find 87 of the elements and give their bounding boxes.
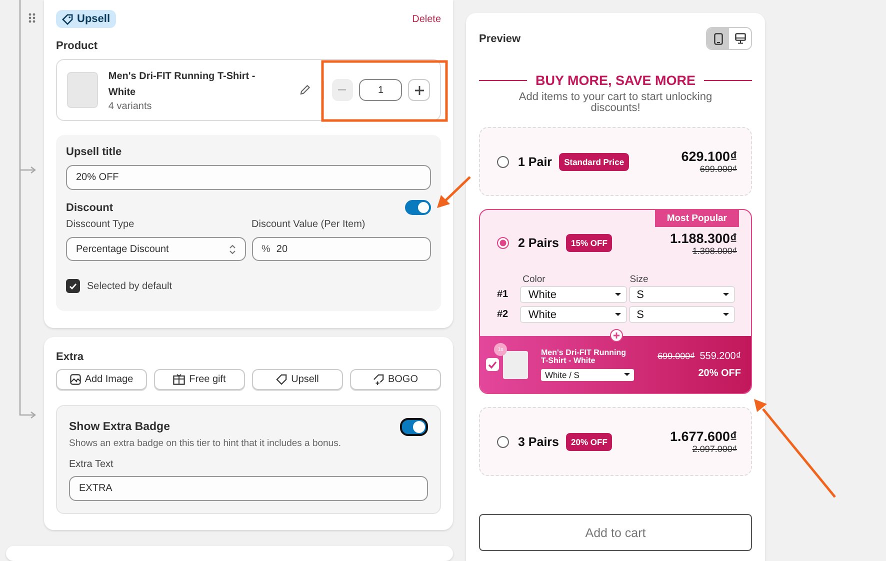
product-name: Men's Dri-FIT Running T-Shirt - White [108, 70, 256, 100]
panel-title: Preview [479, 32, 521, 44]
tier-price: 629.100₫ [681, 149, 737, 164]
caret-icon [614, 293, 621, 296]
color-select[interactable]: White [520, 286, 627, 303]
photo-placeholder [67, 72, 98, 108]
bundle-tier[interactable]: 3 Pairs 20% OFF 1.677.600₫ 2.097.000₫ [479, 407, 752, 476]
checkmark-icon [69, 282, 77, 290]
extra-option-button[interactable]: Add Image [56, 369, 147, 390]
variant-count: 4 variants [108, 100, 153, 112]
discount-value-field[interactable]: % 20 [252, 237, 431, 261]
extra-option-button[interactable]: Upsell [252, 369, 343, 390]
caret-icon [723, 293, 729, 296]
item-number: #2 [497, 309, 510, 320]
upsell-price: 559.200₫ [700, 350, 741, 362]
upsell-product-name: Men's Dri-FIT Running T-Shirt - White [541, 348, 628, 364]
field-label: Upsell title [66, 146, 123, 158]
variant-select[interactable]: White / S [541, 368, 634, 380]
annotation-arrow [437, 176, 471, 208]
section-label: Product [56, 40, 99, 52]
field-label: Discount [66, 202, 114, 214]
tier-title: 3 Pairs [518, 434, 560, 448]
size-select[interactable]: S [628, 286, 735, 303]
tag-plus-icon [372, 374, 384, 385]
radio-button[interactable] [497, 237, 509, 249]
radio-button[interactable] [497, 156, 509, 168]
chevron-icon [228, 244, 236, 254]
badge-toggle[interactable] [400, 418, 428, 436]
extra-text-field[interactable]: EXTRA [69, 476, 428, 501]
increase-button[interactable] [408, 79, 430, 101]
phone-icon [714, 32, 722, 44]
checkbox[interactable] [66, 279, 80, 293]
checkmark-icon [488, 360, 497, 368]
discount-type-select[interactable]: Percentage Discount [66, 237, 246, 261]
compare-price: 1.398.000₫ [691, 246, 737, 256]
offer-subtitle: Add items to your cart to start unlocking discounts! [518, 92, 714, 114]
quantity-field[interactable]: 1 [359, 79, 402, 101]
add-to-cart-button[interactable]: Add to cart [479, 514, 752, 551]
minus-icon [338, 89, 346, 91]
photo-placeholder [503, 350, 528, 378]
upsell-discount: 20% OFF [697, 368, 741, 378]
gift-icon [173, 374, 186, 385]
tag-icon [276, 374, 288, 385]
size-select[interactable]: S [628, 306, 735, 323]
tier-price: 1.677.600₫ [670, 429, 737, 444]
caret-icon [614, 313, 621, 316]
badge-title: Show Extra Badge [69, 421, 170, 433]
field-label: Extra Text [69, 459, 114, 470]
tag-icon [62, 14, 73, 24]
upsell-tag: Upsell [56, 10, 116, 28]
tier-title: 1 Pair [518, 154, 552, 168]
title-field[interactable]: 20% OFF [66, 165, 431, 190]
offer-heading: BUY MORE, SAVE MORE [535, 73, 696, 88]
section-label: Extra [56, 351, 85, 363]
discount-badge: Standard Price [559, 152, 630, 170]
extra-option-button[interactable]: Free gift [154, 369, 245, 390]
plus-icon [610, 329, 623, 342]
pencil-icon[interactable] [298, 84, 311, 96]
drag-handle-icon[interactable] [28, 13, 36, 23]
monitor-icon [734, 33, 746, 44]
discount-toggle[interactable] [405, 200, 431, 215]
bundle-tier[interactable]: 1 Pair Standard Price 629.100₫ 699.000₫ [479, 127, 752, 196]
color-select[interactable]: White [520, 306, 627, 323]
image-icon [70, 374, 81, 385]
device-toggle[interactable] [707, 28, 729, 49]
checkbox[interactable] [486, 358, 499, 371]
caret-icon [723, 313, 729, 316]
discount-badge: 20% OFF [566, 432, 612, 450]
column-label: Color [522, 274, 546, 285]
compare-price: 699.000₫ [658, 351, 695, 361]
badge-description: Shows an extra badge on this tier to hint that it includes a bonus. [69, 438, 342, 449]
popular-ribbon: Most Popular [654, 210, 739, 227]
caret-icon [624, 373, 630, 376]
compare-price: 699.000₫ [698, 164, 737, 174]
radio-button[interactable] [497, 436, 509, 448]
checkbox-label: Selected by default [87, 280, 172, 292]
discount-badge: 15% OFF [566, 234, 612, 252]
field-label: Disscount Type [66, 219, 136, 230]
compare-price: 2.097.000₫ [691, 444, 737, 454]
column-label: Size [630, 274, 650, 285]
tier-title: 2 Pairs [518, 236, 560, 250]
field-label: Discount Value (Per Item) [252, 219, 366, 230]
plus-icon [414, 86, 424, 94]
tier-price: 1.188.300₫ [670, 230, 737, 246]
extra-option-button[interactable]: BOGO [350, 369, 441, 390]
delete-link[interactable]: Delete [412, 14, 441, 24]
item-number: #1 [497, 289, 510, 300]
